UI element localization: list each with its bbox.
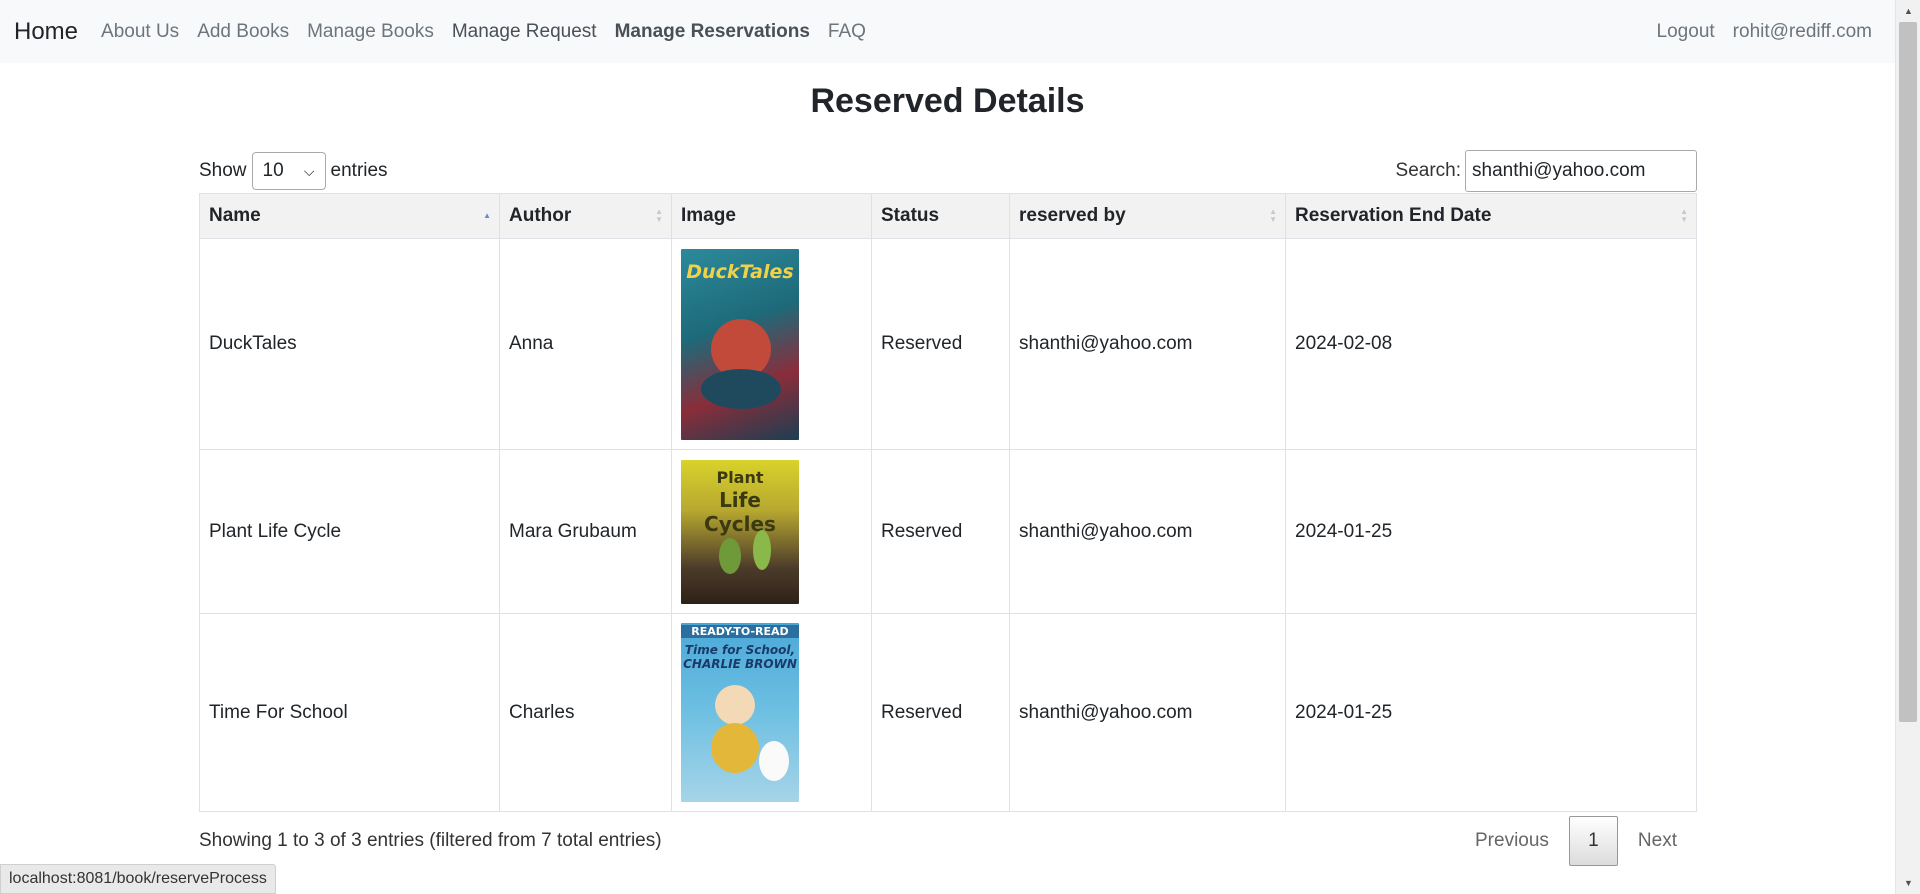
previous-page-button[interactable]: Previous: [1455, 816, 1569, 866]
scroll-up-arrow-icon[interactable]: ▲: [1896, 2, 1920, 20]
cover-figure: [711, 723, 759, 773]
nav-faq[interactable]: FAQ: [819, 21, 875, 43]
cover-figure: [759, 741, 789, 781]
sort-icon: ▲ ▼: [1269, 207, 1277, 224]
nav-add-books[interactable]: Add Books: [188, 21, 298, 43]
column-header-status: Status: [871, 193, 1010, 239]
sort-icon: ▲ ▼: [655, 207, 663, 224]
column-header-reserved-by[interactable]: reserved by ▲ ▼: [1009, 193, 1286, 239]
nav-logout[interactable]: Logout: [1648, 21, 1724, 43]
nav-manage-books[interactable]: Manage Books: [298, 21, 443, 43]
scroll-down-arrow-icon[interactable]: ▼: [1896, 874, 1920, 892]
sort-ascending-icon: ▲: [483, 211, 491, 220]
table-row: Time For School Charles READY-TO-READ Ti…: [199, 613, 1697, 812]
search-input[interactable]: [1465, 150, 1697, 192]
page-scrollbar[interactable]: ▲ ▼: [1895, 0, 1920, 894]
cell-end-date: 2024-01-25: [1285, 449, 1697, 614]
cover-title-line: Plant: [716, 467, 764, 487]
cover-figure: [753, 529, 771, 570]
entries-length-select[interactable]: 10 ⌵: [251, 152, 326, 190]
cell-name: Plant Life Cycle: [199, 449, 500, 614]
column-header-image: Image: [671, 193, 872, 239]
table-row: Plant Life Cycle Mara Grubaum Plant Life…: [199, 449, 1697, 614]
page-title: Reserved Details: [810, 82, 1085, 120]
nav-links: About Us Add Books Manage Books Manage R…: [92, 21, 875, 43]
table-row: DuckTales Anna DuckTales Reserved shanth…: [199, 238, 1697, 450]
cell-end-date: 2024-02-08: [1285, 238, 1697, 450]
book-cover-image: Plant Life Cycles: [681, 459, 799, 604]
search-control: Search:: [1396, 150, 1697, 192]
cell-status: Reserved: [871, 613, 1010, 812]
book-cover-image: READY-TO-READ Time for School, CHARLIE B…: [681, 623, 799, 802]
cover-title: DuckTales: [686, 260, 794, 283]
reservations-table: Name ▲ Author ▲ ▼ Image Status reserved b…: [199, 193, 1697, 812]
page-1-button[interactable]: 1: [1568, 816, 1618, 866]
cell-author: Mara Grubaum: [499, 449, 672, 614]
book-cover-image: DuckTales: [681, 248, 799, 440]
entries-length-control: Show 10 ⌵ entries: [199, 152, 388, 190]
cover-title-line: Life Cycles: [704, 487, 776, 536]
chevron-down-icon: ⌵: [303, 162, 315, 179]
search-label: Search:: [1395, 160, 1461, 181]
column-header-author[interactable]: Author ▲ ▼: [499, 193, 672, 239]
entries-label: entries: [330, 160, 388, 181]
cover-figure: [719, 537, 741, 574]
column-header-reservation-end-date[interactable]: Reservation End Date ▲ ▼: [1285, 193, 1697, 239]
cell-author: Anna: [499, 238, 672, 450]
next-page-button[interactable]: Next: [1618, 816, 1697, 866]
nav-manage-request[interactable]: Manage Request: [443, 21, 606, 43]
cell-author: Charles: [499, 613, 672, 812]
navbar: Home About Us Add Books Manage Books Man…: [0, 0, 1895, 63]
cell-reserved-by: shanthi@yahoo.com: [1009, 449, 1286, 614]
column-header-name[interactable]: Name ▲: [199, 193, 500, 239]
cell-end-date: 2024-01-25: [1285, 613, 1697, 812]
cell-name: Time For School: [199, 613, 500, 812]
cover-figure: [701, 368, 781, 409]
cover-figure: [715, 685, 755, 725]
nav-right: Logout rohit@rediff.com: [1648, 21, 1881, 43]
cell-image: DuckTales: [671, 238, 872, 450]
nav-user-email[interactable]: rohit@rediff.com: [1724, 21, 1881, 43]
cell-name: DuckTales: [199, 238, 500, 450]
entries-length-value: 10: [262, 160, 284, 181]
cell-status: Reserved: [871, 449, 1010, 614]
cell-reserved-by: shanthi@yahoo.com: [1009, 613, 1286, 812]
pagination: Previous 1 Next: [1455, 816, 1697, 866]
nav-home-brand[interactable]: Home: [14, 18, 78, 46]
sort-icon: ▲ ▼: [1680, 207, 1688, 224]
cover-title: Time for School, CHARLIE BROWN: [683, 643, 797, 671]
nav-about-us[interactable]: About Us: [92, 21, 188, 43]
cell-image: Plant Life Cycles: [671, 449, 872, 614]
table-header-row: Name ▲ Author ▲ ▼ Image Status reserved b…: [199, 193, 1697, 239]
cover-series-label: READY-TO-READ: [681, 625, 799, 638]
table-info: Showing 1 to 3 of 3 entries (filtered fr…: [199, 830, 662, 851]
cell-reserved-by: shanthi@yahoo.com: [1009, 238, 1286, 450]
browser-status-url: localhost:8081/book/reserveProcess: [0, 864, 276, 894]
scroll-thumb[interactable]: [1899, 22, 1917, 722]
cell-image: READY-TO-READ Time for School, CHARLIE B…: [671, 613, 872, 812]
cell-status: Reserved: [871, 238, 1010, 450]
nav-manage-reservations[interactable]: Manage Reservations: [606, 21, 819, 43]
show-label: Show: [199, 160, 247, 181]
